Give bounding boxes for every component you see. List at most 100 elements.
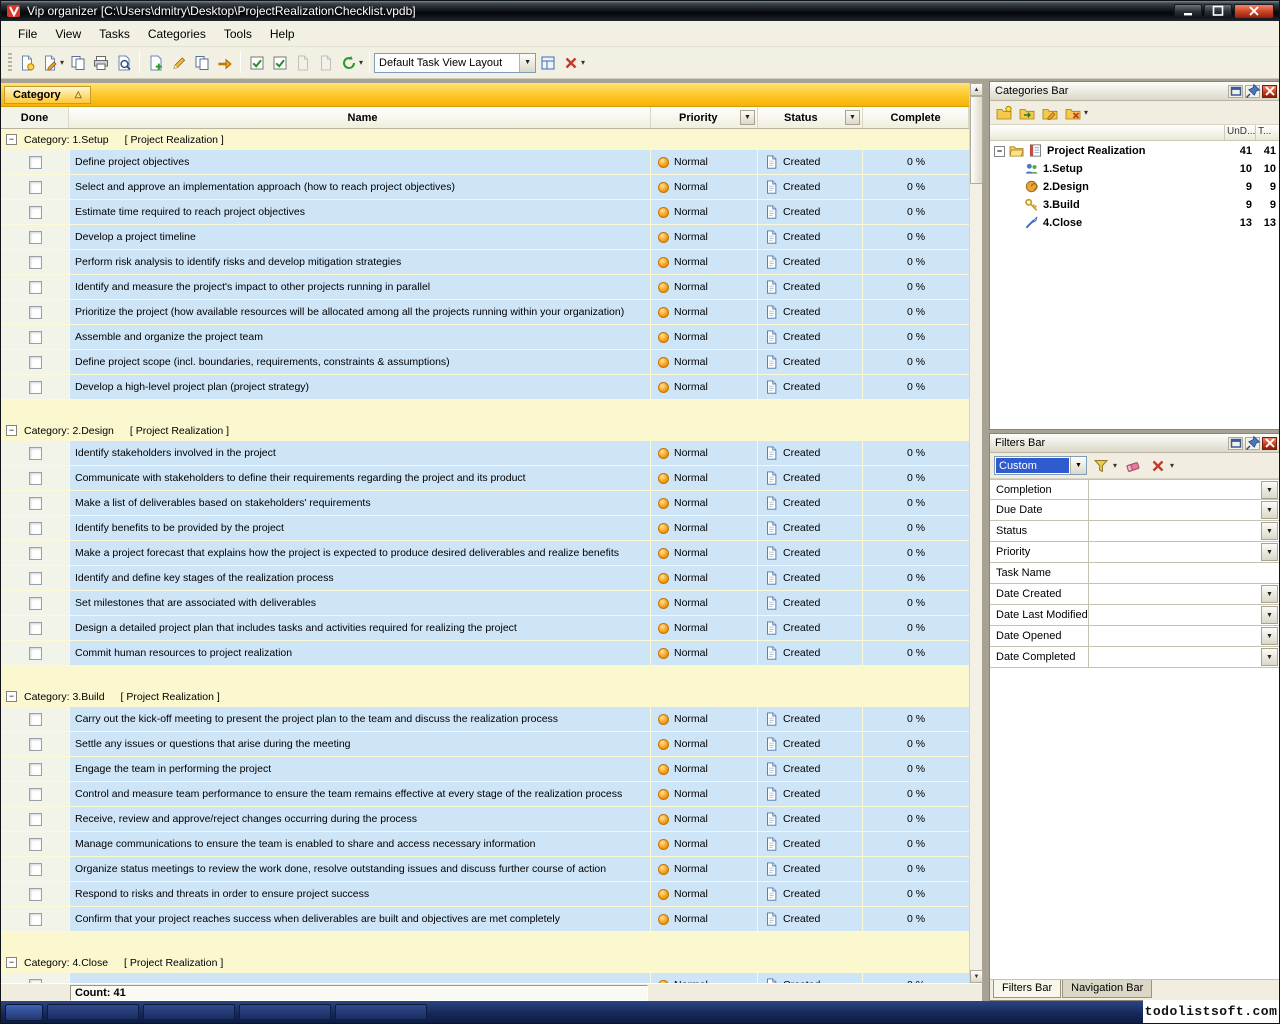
task-status-cell[interactable]: Created [758,441,862,465]
task-name-cell[interactable]: Confirm that your project reaches succes… [70,907,650,931]
task-priority-cell[interactable]: Normal [651,973,757,983]
task-name-cell[interactable]: Identify and define key stages of the re… [70,566,650,590]
collapse-icon[interactable]: − [994,146,1005,157]
layout-dropdown-icon[interactable]: ▾ [581,58,585,67]
filter-dropdown-button[interactable]: ▼ [1261,606,1278,624]
priority-filter-button[interactable]: ▼ [740,110,755,125]
task-priority-cell[interactable]: Normal [651,541,757,565]
task-name-cell[interactable]: Set milestones that are associated with … [70,591,650,615]
delete-layout-button[interactable] [559,51,582,74]
task-priority-cell[interactable]: Normal [651,882,757,906]
task-complete-cell[interactable]: 0 % [863,175,969,199]
task-status-cell[interactable]: Created [758,325,862,349]
task-priority-cell[interactable]: Normal [651,516,757,540]
task-complete-cell[interactable]: 0 % [863,516,969,540]
column-header-name[interactable]: Name [70,107,651,128]
task-status-cell[interactable]: Created [758,466,862,490]
filter-dropdown-button[interactable]: ▼ [1261,648,1278,666]
task-complete-cell[interactable]: 0 % [863,832,969,856]
filter-value-field[interactable]: ▼ [1089,584,1279,605]
task-status-cell[interactable]: Created [758,566,862,590]
task-checkbox[interactable] [29,497,42,510]
filter-value-field[interactable]: ▼ [1089,626,1279,647]
task-name-cell[interactable]: Settle any issues or questions that aris… [70,732,650,756]
task-status-cell[interactable]: Created [758,250,862,274]
menu-item-tasks[interactable]: Tasks [90,24,139,44]
task-priority-cell[interactable]: Normal [651,250,757,274]
task-complete-cell[interactable]: 0 % [863,275,969,299]
refresh-dropdown-icon[interactable]: ▾ [359,58,363,67]
filter-value-field[interactable] [1089,563,1279,584]
task-name-cell[interactable]: Assemble and organize the project team [70,325,650,349]
task-status-cell[interactable]: Created [758,591,862,615]
task-complete-cell[interactable]: 0 % [863,732,969,756]
task-name-cell[interactable]: Design a detailed project plan that incl… [70,616,650,640]
filter-dropdown-button[interactable]: ▼ [1261,501,1278,519]
panel-pin-button[interactable] [1245,85,1260,98]
filter-value-field[interactable]: ▼ [1089,479,1279,500]
attachments-button[interactable] [314,51,337,74]
task-status-cell[interactable]: Created [758,200,862,224]
task-checkbox[interactable] [29,381,42,394]
task-checkbox[interactable] [29,231,42,244]
task-status-cell[interactable]: Created [758,757,862,781]
group-header-row[interactable]: −Category: 1.Setup[ Project Realization … [1,129,969,150]
panel-pin-button[interactable] [1245,437,1260,450]
task-checkbox[interactable] [29,306,42,319]
filter-dropdown-button[interactable]: ▼ [1261,585,1278,603]
menu-item-view[interactable]: View [46,24,90,44]
task-name-cell[interactable]: Define project scope (incl. boundaries, … [70,350,650,374]
panel-close-button[interactable] [1262,85,1277,98]
panel-restore-button[interactable] [1228,85,1243,98]
task-complete-cell[interactable]: 0 % [863,250,969,274]
task-priority-cell[interactable]: Normal [651,782,757,806]
task-status-cell[interactable]: Created [758,641,862,665]
edit-task-button[interactable] [167,51,190,74]
task-checkbox[interactable] [29,522,42,535]
task-complete-cell[interactable]: 0 % [863,591,969,615]
task-name-cell[interactable]: Manage communications to ensure the team… [70,832,650,856]
filter-dropdown-button[interactable]: ▼ [1261,627,1278,645]
minimize-button[interactable] [1174,4,1202,19]
maximize-button[interactable] [1204,4,1232,19]
task-checkbox[interactable] [29,738,42,751]
filter-value-field[interactable]: ▼ [1089,521,1279,542]
task-complete-cell[interactable]: 0 % [863,807,969,831]
delete-filter-button[interactable] [1146,454,1169,477]
task-checkbox[interactable] [29,597,42,610]
task-checkbox[interactable] [29,547,42,560]
task-status-cell[interactable]: Created [758,616,862,640]
export-button[interactable] [66,51,89,74]
group-header-row[interactable]: −Category: 4.Close[ Project Realization … [1,952,969,973]
task-priority-cell[interactable]: Normal [651,325,757,349]
task-name-cell[interactable]: Engage the team in performing the projec… [70,757,650,781]
task-status-cell[interactable]: Created [758,300,862,324]
task-status-cell[interactable]: Created [758,375,862,399]
task-name-cell[interactable]: Receive, review and approve/reject chang… [70,807,650,831]
task-priority-cell[interactable]: Normal [651,566,757,590]
new-task-button[interactable] [144,51,167,74]
task-priority-cell[interactable]: Normal [651,375,757,399]
task-status-cell[interactable]: Created [758,175,862,199]
task-complete-cell[interactable]: 0 % [863,325,969,349]
task-checkbox[interactable] [29,913,42,926]
task-checkbox[interactable] [29,788,42,801]
toolbar-grip[interactable] [8,53,12,73]
task-complete-cell[interactable]: 0 % [863,616,969,640]
apply-filter-button[interactable] [1089,454,1112,477]
column-header-priority[interactable]: Priority ▼ [651,107,758,128]
task-status-cell[interactable]: Created [758,832,862,856]
open-organizer-button[interactable] [38,51,61,74]
task-complete-cell[interactable]: 0 % [863,707,969,731]
task-checkbox[interactable] [29,356,42,369]
vertical-scrollbar[interactable]: ▲ ▼ [969,83,982,983]
taskbar-button[interactable] [239,1004,331,1020]
task-complete-cell[interactable]: 0 % [863,857,969,881]
scroll-down-button[interactable]: ▼ [970,970,983,983]
apply-filter-dropdown-icon[interactable]: ▾ [1113,461,1117,470]
task-priority-cell[interactable]: Normal [651,300,757,324]
task-status-cell[interactable]: Created [758,541,862,565]
mark-complete-button[interactable] [245,51,268,74]
task-name-cell[interactable]: Communicate with stakeholders to define … [70,466,650,490]
task-name-cell[interactable]: Control and measure team performance to … [70,782,650,806]
